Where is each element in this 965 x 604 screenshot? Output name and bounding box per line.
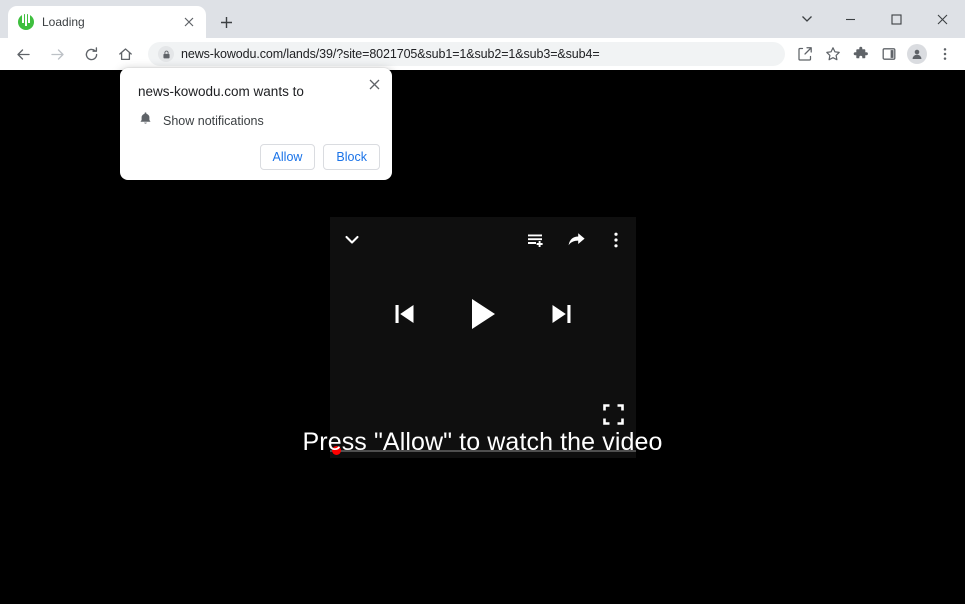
- permission-request-row: Show notifications: [120, 100, 392, 131]
- tab-favicon-icon: [18, 14, 34, 30]
- close-window-icon[interactable]: [919, 3, 965, 35]
- profile-avatar-icon[interactable]: [903, 40, 931, 68]
- reload-icon[interactable]: [77, 40, 105, 68]
- add-to-queue-icon[interactable]: [526, 231, 545, 250]
- share-icon[interactable]: [567, 231, 586, 250]
- maximize-icon[interactable]: [873, 3, 919, 35]
- bell-icon: [138, 111, 153, 131]
- chevron-down-icon[interactable]: [342, 230, 362, 250]
- share-page-icon[interactable]: [791, 40, 819, 68]
- player-top-bar: [330, 217, 636, 263]
- home-icon[interactable]: [111, 40, 139, 68]
- block-button[interactable]: Block: [323, 144, 380, 170]
- tab-strip: Loading: [0, 0, 965, 38]
- previous-track-icon[interactable]: [393, 301, 416, 327]
- side-panel-icon[interactable]: [875, 40, 903, 68]
- player-more-icon[interactable]: [608, 231, 624, 249]
- browser-tab[interactable]: Loading: [8, 6, 206, 38]
- video-player[interactable]: [330, 217, 636, 458]
- browser-menu-icon[interactable]: [931, 40, 959, 68]
- browser-window: Loading news-kowodu.com/lands/39/?site=8…: [0, 0, 965, 604]
- url-text: news-kowodu.com/lands/39/?site=8021705&s…: [181, 47, 600, 61]
- avatar: [907, 44, 927, 64]
- tab-title: Loading: [42, 15, 85, 29]
- dialog-title: news-kowodu.com wants to: [138, 84, 304, 99]
- browser-toolbar: news-kowodu.com/lands/39/?site=8021705&s…: [0, 38, 965, 70]
- allow-button[interactable]: Allow: [259, 144, 316, 170]
- new-tab-button[interactable]: [212, 8, 240, 36]
- tab-search-icon[interactable]: [787, 3, 827, 35]
- forward-icon[interactable]: [43, 40, 71, 68]
- player-transport-controls: [330, 285, 636, 343]
- window-controls: [787, 0, 965, 38]
- play-icon[interactable]: [468, 297, 498, 331]
- notification-permission-dialog: news-kowodu.com wants to Show notificati…: [120, 68, 392, 180]
- page-headline: Press "Allow" to watch the video: [302, 428, 663, 456]
- tab-close-icon[interactable]: [180, 13, 198, 31]
- dialog-close-icon[interactable]: [364, 74, 384, 94]
- permission-request-label: Show notifications: [163, 114, 264, 129]
- address-bar[interactable]: news-kowodu.com/lands/39/?site=8021705&s…: [148, 42, 785, 66]
- dialog-actions: Allow Block: [259, 144, 380, 170]
- fullscreen-icon[interactable]: [603, 404, 624, 430]
- bookmark-star-icon[interactable]: [819, 40, 847, 68]
- minimize-icon[interactable]: [827, 3, 873, 35]
- extensions-puzzle-icon[interactable]: [847, 40, 875, 68]
- back-icon[interactable]: [9, 40, 37, 68]
- lock-icon[interactable]: [158, 46, 174, 62]
- next-track-icon[interactable]: [550, 301, 573, 327]
